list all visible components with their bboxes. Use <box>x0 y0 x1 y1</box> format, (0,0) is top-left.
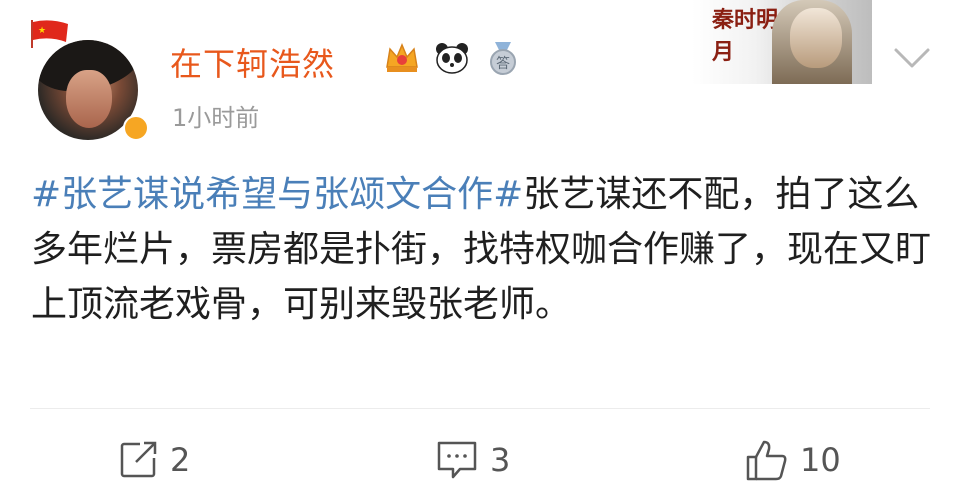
crown-icon[interactable] <box>384 40 420 76</box>
comment-button[interactable]: 3 <box>436 440 510 480</box>
hashtag-link[interactable]: #张艺谋说希望与张颂文合作# <box>31 174 523 215</box>
like-count: 10 <box>800 441 841 479</box>
svg-text:★: ★ <box>38 26 46 36</box>
like-button[interactable]: 10 <box>744 440 841 481</box>
thumbs-up-icon <box>746 440 787 481</box>
decoration-card-image[interactable]: 秦时明月 <box>692 0 872 84</box>
comment-icon <box>437 441 477 479</box>
divider <box>30 408 930 409</box>
post-body: #张艺谋说希望与张颂文合作#张艺谋还不配，拍了这么多年烂片，票房都是扑街，找特权… <box>31 167 931 332</box>
repost-icon <box>120 441 157 478</box>
comment-count: 3 <box>490 441 511 479</box>
chevron-down-icon[interactable] <box>892 42 932 72</box>
user-name[interactable]: 在下轲浩然 <box>170 39 335 85</box>
repost-button[interactable]: 2 <box>118 440 190 480</box>
medal-icon[interactable]: 答 <box>485 40 521 76</box>
repost-count: 2 <box>170 441 191 479</box>
user-avatar-container[interactable]: ★ <box>20 15 149 141</box>
post-time: 1小时前 <box>172 104 260 132</box>
svg-text:答: 答 <box>496 55 510 72</box>
vip-badge-icon <box>123 115 149 141</box>
panda-icon[interactable] <box>434 40 470 76</box>
